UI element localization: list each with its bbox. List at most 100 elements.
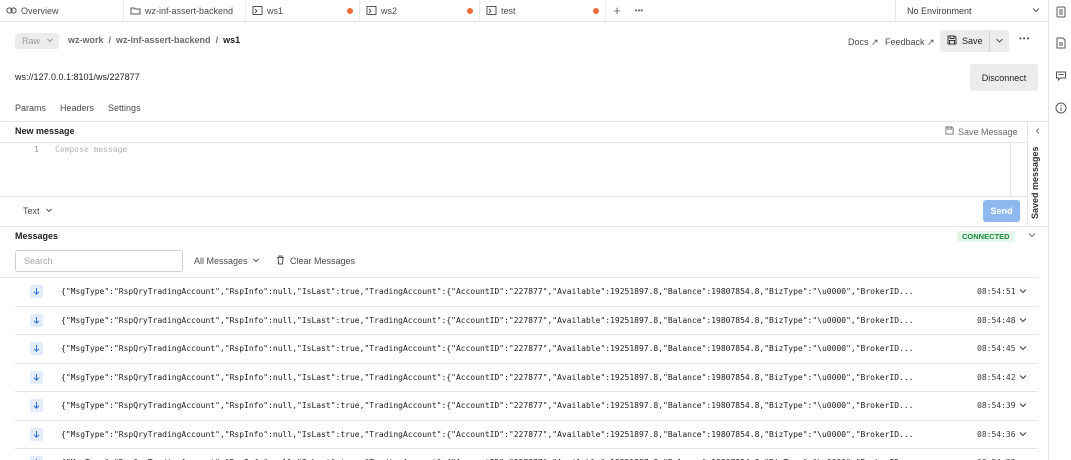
message-timestamp: 08:54:51 bbox=[977, 287, 1016, 296]
save-button[interactable]: Save bbox=[940, 30, 990, 52]
chevron-down-icon bbox=[252, 256, 260, 266]
saved-messages-panel[interactable]: Saved messages bbox=[1027, 121, 1047, 226]
chevron-down-icon[interactable] bbox=[1018, 315, 1028, 327]
message-row[interactable]: {"MsgType":"RspQryTradingAccount","RspIn… bbox=[15, 335, 1038, 364]
message-filter-label: All Messages bbox=[194, 256, 248, 266]
tab-test[interactable]: test bbox=[480, 0, 606, 21]
clear-messages-label: Clear Messages bbox=[290, 256, 356, 266]
chevron-down-icon[interactable] bbox=[1018, 343, 1028, 355]
save-options-dropdown[interactable] bbox=[990, 36, 1009, 47]
clear-messages-button[interactable]: Clear Messages bbox=[276, 255, 355, 267]
websocket-icon bbox=[252, 5, 263, 16]
message-row[interactable]: {"MsgType":"RspQryTradingAccount","RspIn… bbox=[15, 449, 1038, 460]
chevron-down-icon[interactable] bbox=[1027, 230, 1037, 242]
save-label: Save bbox=[962, 36, 983, 46]
websocket-url[interactable]: ws://127.0.0.1:8101/ws/227877 bbox=[15, 72, 140, 82]
breadcrumb-collection[interactable]: wz-inf-assert-backend bbox=[116, 35, 211, 45]
tab-params[interactable]: Params bbox=[15, 103, 46, 113]
unsaved-dot bbox=[593, 8, 599, 14]
breadcrumb: wz-work / wz-inf-assert-backend / ws1 bbox=[68, 35, 240, 45]
incoming-arrow-icon bbox=[30, 285, 43, 298]
save-icon bbox=[947, 35, 957, 47]
environment-selector[interactable]: No Environment bbox=[895, 0, 1047, 22]
save-icon bbox=[945, 126, 954, 137]
docs-link[interactable]: Docs ↗ bbox=[848, 37, 879, 48]
chevron-down-icon[interactable] bbox=[1018, 286, 1028, 298]
tab-headers[interactable]: Headers bbox=[60, 103, 94, 113]
message-timestamp: 08:54:48 bbox=[977, 315, 1016, 325]
tab-label: ws2 bbox=[381, 5, 398, 16]
message-timestamp: 08:54:36 bbox=[977, 429, 1016, 439]
messages-title: Messages bbox=[15, 231, 59, 241]
incoming-arrow-icon bbox=[30, 399, 43, 412]
feedback-link[interactable]: Feedback ↗ bbox=[885, 37, 935, 48]
tab-label: ws1 bbox=[267, 5, 284, 16]
message-row[interactable]: {"MsgType":"RspQryTradingAccount","RspIn… bbox=[15, 364, 1038, 392]
tab-more-button[interactable]: ••• bbox=[628, 0, 650, 21]
unsaved-dot bbox=[467, 8, 473, 14]
message-row[interactable]: {"MsgType":"RspQryTradingAccount","RspIn… bbox=[15, 421, 1038, 449]
more-options-button[interactable]: ••• bbox=[1019, 34, 1030, 43]
message-timestamp: 08:54:45 bbox=[977, 344, 1016, 353]
message-row[interactable]: {"MsgType":"RspQryTradingAccount","RspIn… bbox=[15, 392, 1038, 421]
info-icon[interactable] bbox=[1054, 101, 1067, 114]
chevron-down-icon[interactable] bbox=[1018, 429, 1028, 441]
saved-messages-label: Saved messages bbox=[1030, 146, 1040, 219]
message-editor[interactable]: Compose message bbox=[55, 145, 127, 154]
message-body: {"MsgType":"RspQryTradingAccount","RspIn… bbox=[61, 429, 914, 439]
message-format-dropdown[interactable]: Text bbox=[23, 206, 53, 216]
chevron-down-icon[interactable] bbox=[1018, 372, 1028, 384]
message-body: {"MsgType":"RspQryTradingAccount","RspIn… bbox=[61, 372, 914, 382]
chevron-left-icon[interactable] bbox=[1034, 127, 1042, 137]
breadcrumb-request[interactable]: ws1 bbox=[223, 35, 240, 45]
chevron-down-icon[interactable] bbox=[1018, 400, 1028, 412]
message-body: {"MsgType":"RspQryTradingAccount","RspIn… bbox=[61, 315, 914, 325]
tab-overview[interactable]: Overview bbox=[0, 0, 124, 21]
save-button-group: Save bbox=[940, 30, 1009, 52]
unsaved-dot bbox=[347, 8, 353, 14]
incoming-arrow-icon bbox=[30, 370, 43, 384]
new-tab-button[interactable]: + bbox=[606, 0, 628, 21]
new-message-title: New message bbox=[15, 126, 75, 136]
save-message-button[interactable]: Save Message bbox=[945, 126, 1018, 137]
chevron-down-icon bbox=[995, 36, 1004, 47]
message-body: {"MsgType":"RspQryTradingAccount","RspIn… bbox=[61, 287, 914, 296]
divider bbox=[0, 196, 1027, 197]
message-format-label: Text bbox=[23, 206, 40, 216]
tab-label: Overview bbox=[21, 5, 59, 16]
documentation-icon[interactable] bbox=[1054, 36, 1067, 49]
chevron-down-icon bbox=[45, 206, 53, 216]
raw-mode-dropdown[interactable]: Raw bbox=[15, 33, 59, 49]
disconnect-button[interactable]: Disconnect bbox=[970, 64, 1038, 91]
breadcrumb-separator: / bbox=[215, 35, 219, 45]
search-input[interactable] bbox=[15, 250, 183, 272]
message-row[interactable]: {"MsgType":"RspQryTradingAccount","RspIn… bbox=[15, 307, 1038, 335]
folder-icon bbox=[130, 5, 141, 16]
incoming-arrow-icon bbox=[30, 456, 43, 460]
send-label: Send bbox=[990, 206, 1013, 216]
trash-icon bbox=[276, 255, 285, 267]
message-body: {"MsgType":"RspQryTradingAccount","RspIn… bbox=[61, 401, 914, 410]
chevron-down-icon bbox=[1031, 5, 1041, 17]
raw-mode-label: Raw bbox=[22, 36, 41, 46]
save-message-label: Save Message bbox=[958, 126, 1018, 137]
divider bbox=[0, 226, 1047, 227]
send-button[interactable]: Send bbox=[983, 200, 1020, 222]
tab-ws2[interactable]: ws2 bbox=[360, 0, 480, 21]
api-icon[interactable] bbox=[1054, 5, 1067, 18]
tab-settings[interactable]: Settings bbox=[108, 103, 141, 113]
incoming-arrow-icon bbox=[30, 427, 43, 441]
editor-scrollbar[interactable] bbox=[1010, 143, 1011, 197]
message-list: {"MsgType":"RspQryTradingAccount","RspIn… bbox=[15, 278, 1038, 460]
breadcrumb-workspace[interactable]: wz-work bbox=[68, 35, 104, 45]
message-filter-dropdown[interactable]: All Messages bbox=[194, 256, 260, 266]
comments-icon[interactable] bbox=[1054, 69, 1067, 82]
tab-ws1[interactable]: ws1 bbox=[246, 0, 360, 21]
websocket-icon bbox=[366, 5, 377, 16]
tab-collection[interactable]: wz-inf-assert-backend bbox=[124, 0, 246, 21]
message-body: {"MsgType":"RspQryTradingAccount","RspIn… bbox=[61, 344, 914, 353]
divider bbox=[0, 121, 1047, 122]
message-row[interactable]: {"MsgType":"RspQryTradingAccount","RspIn… bbox=[15, 278, 1038, 307]
tab-bar: Overview wz-inf-assert-backend ws1 ws2 t… bbox=[0, 0, 1047, 22]
incoming-arrow-icon bbox=[30, 313, 43, 327]
